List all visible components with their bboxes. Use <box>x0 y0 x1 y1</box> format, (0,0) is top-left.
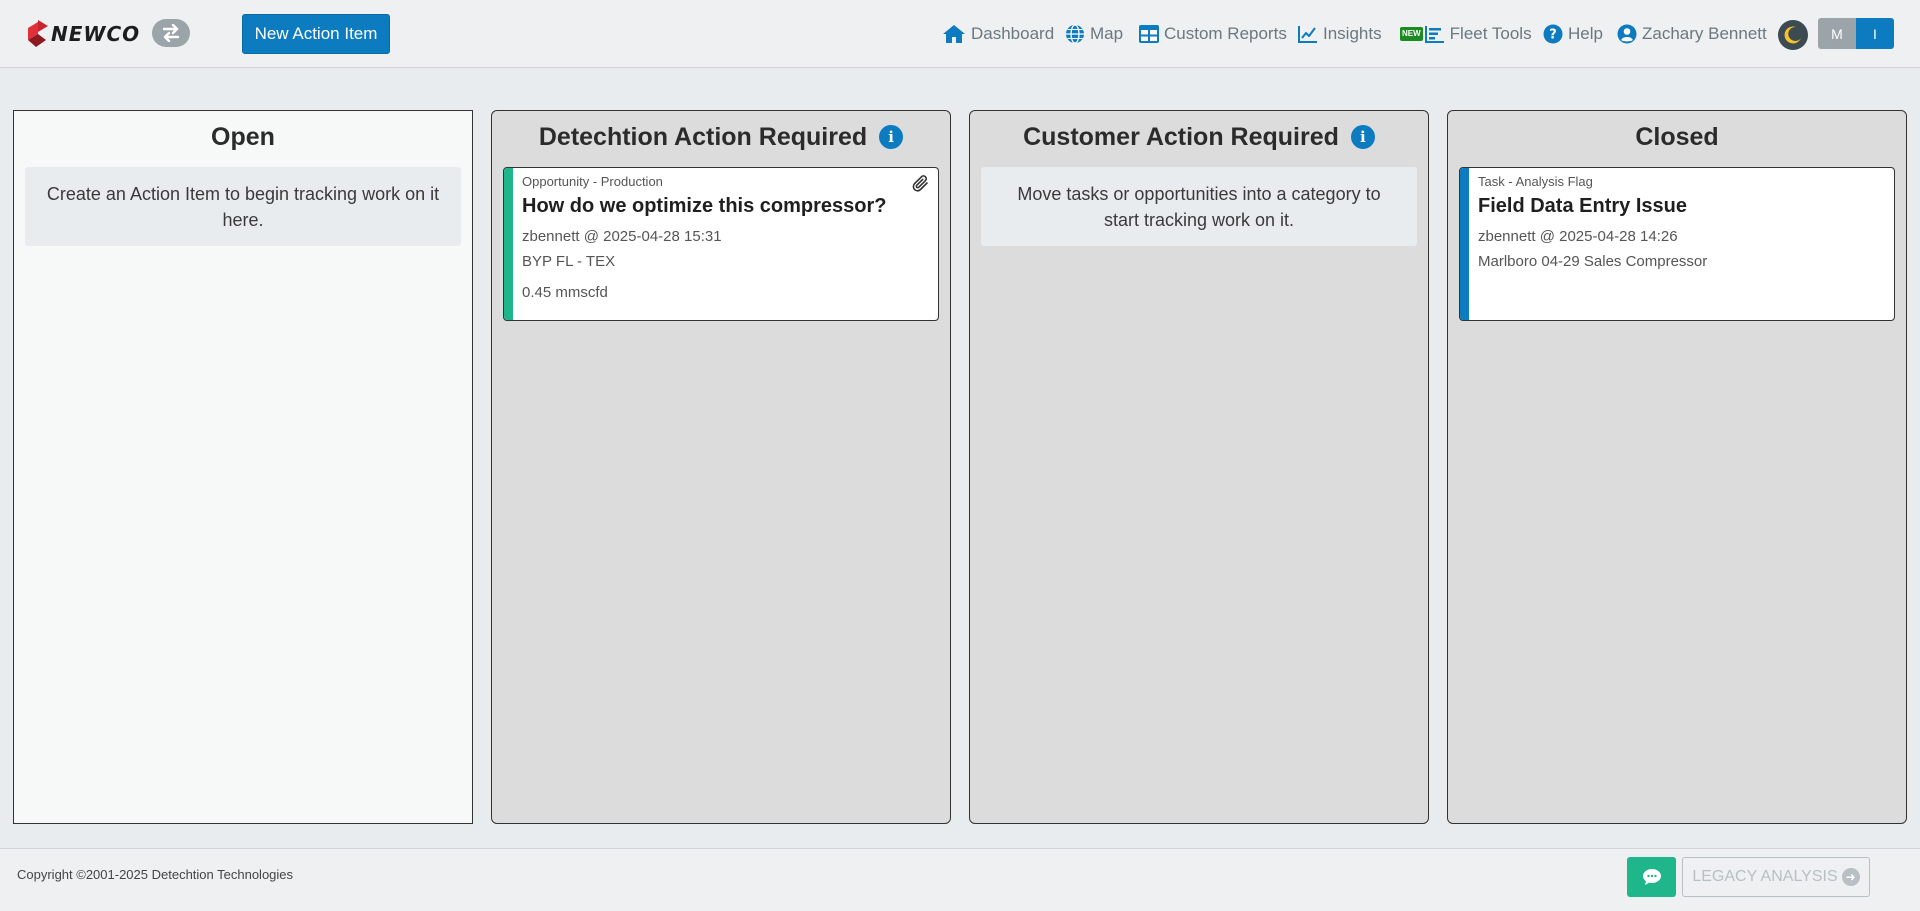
footer: Copyright ©2001-2025 Detechtion Technolo… <box>0 848 1920 911</box>
new-badge: NEW <box>1400 27 1423 41</box>
column-open: Open Create an Action Item to begin trac… <box>13 110 473 824</box>
home-icon <box>942 24 966 44</box>
action-item-card[interactable]: Task - Analysis Flag Field Data Entry Is… <box>1459 167 1895 321</box>
card-title: Field Data Entry Issue <box>1478 195 1687 217</box>
new-action-item-button[interactable]: New Action Item <box>242 14 390 54</box>
info-icon[interactable]: i <box>879 125 904 149</box>
card-type: Opportunity - Production <box>522 174 663 189</box>
column-title: Open <box>14 121 472 153</box>
card-status-stripe <box>504 168 513 320</box>
paperclip-icon[interactable] <box>912 174 930 194</box>
nav-help[interactable]: ? Help <box>1543 0 1603 68</box>
column-title-text: Customer Action Required <box>1023 122 1339 151</box>
logo-text: NEWCO <box>51 22 141 46</box>
question-icon: ? <box>1543 24 1563 44</box>
empty-column-message: Move tasks or opportunities into a categ… <box>981 167 1417 246</box>
copyright-text: Copyright ©2001-2025 Detechtion Technolo… <box>17 867 294 882</box>
card-value: 0.45 mmscfd <box>522 284 608 301</box>
info-icon[interactable]: i <box>1350 125 1375 149</box>
nav-insights[interactable]: Insights <box>1298 0 1382 68</box>
column-title: Customer Action Required i <box>970 121 1428 153</box>
empty-column-message: Create an Action Item to begin tracking … <box>25 167 461 246</box>
imperial-units-button[interactable]: I <box>1856 18 1894 49</box>
column-title-text: Detechtion Action Required <box>538 122 868 151</box>
bar-list-icon <box>1424 25 1445 43</box>
nav-user-menu[interactable]: Zachary Bennett <box>1617 0 1767 68</box>
switch-account-button[interactable] <box>152 19 190 47</box>
metric-units-button[interactable]: M <box>1818 18 1856 49</box>
column-customer-action-required: Customer Action Required i Move tasks or… <box>969 110 1429 824</box>
card-location: Marlboro 04-29 Sales Compressor <box>1478 253 1708 270</box>
nav-map-label: Map <box>1090 24 1124 43</box>
svg-text:?: ? <box>1549 28 1557 43</box>
nav-fleet-tools-label: Fleet Tools <box>1449 24 1532 43</box>
nav-custom-reports-label: Custom Reports <box>1164 24 1287 43</box>
nav-fleet-tools[interactable]: NEW Fleet Tools <box>1400 0 1532 68</box>
logo-mark-icon <box>28 20 48 47</box>
units-toggle: M I <box>1818 18 1894 49</box>
column-title-text: Closed <box>1635 122 1719 151</box>
card-author-date: zbennett @ 2025-04-28 14:26 <box>1478 228 1678 245</box>
newco-logo[interactable]: NEWCO <box>28 20 140 48</box>
card-author-date: zbennett @ 2025-04-28 15:31 <box>522 228 722 245</box>
nav-dashboard-label: Dashboard <box>971 24 1055 43</box>
nav-map[interactable]: Map <box>1065 0 1123 68</box>
top-navbar: NEWCO New Action Item Dashboard Map Cust… <box>0 0 1920 68</box>
column-detechtion-action-required: Detechtion Action Required i Opportunity… <box>491 110 951 824</box>
column-title-text: Open <box>211 122 275 151</box>
card-type: Task - Analysis Flag <box>1478 174 1593 189</box>
column-title: Detechtion Action Required i <box>492 121 950 153</box>
table-icon <box>1139 25 1159 43</box>
globe-icon <box>1065 24 1085 44</box>
action-item-card[interactable]: Opportunity - Production How do we optim… <box>503 167 939 321</box>
moon-icon <box>1784 26 1801 44</box>
user-icon <box>1617 24 1637 44</box>
line-chart-icon <box>1298 25 1318 43</box>
card-status-stripe <box>1460 168 1469 320</box>
arrow-right-circle-icon: ➜ <box>1841 868 1860 886</box>
chat-button[interactable] <box>1627 857 1676 897</box>
column-title: Closed <box>1448 121 1906 153</box>
nav-help-label: Help <box>1568 24 1603 43</box>
chat-bubble-icon <box>1642 869 1661 885</box>
nav-insights-label: Insights <box>1323 24 1382 43</box>
legacy-analysis-label: LEGACY ANALYSIS <box>1692 868 1838 885</box>
legacy-analysis-button[interactable]: LEGACY ANALYSIS ➜ <box>1682 857 1870 897</box>
dark-mode-toggle[interactable] <box>1778 20 1808 50</box>
nav-dashboard[interactable]: Dashboard <box>942 0 1054 68</box>
card-location: BYP FL - TEX <box>522 253 616 270</box>
card-title: How do we optimize this compressor? <box>522 195 887 217</box>
column-closed: Closed Task - Analysis Flag Field Data E… <box>1447 110 1907 824</box>
nav-user-label: Zachary Bennett <box>1642 24 1767 43</box>
nav-custom-reports[interactable]: Custom Reports <box>1139 0 1287 68</box>
swap-arrows-icon <box>162 24 180 42</box>
